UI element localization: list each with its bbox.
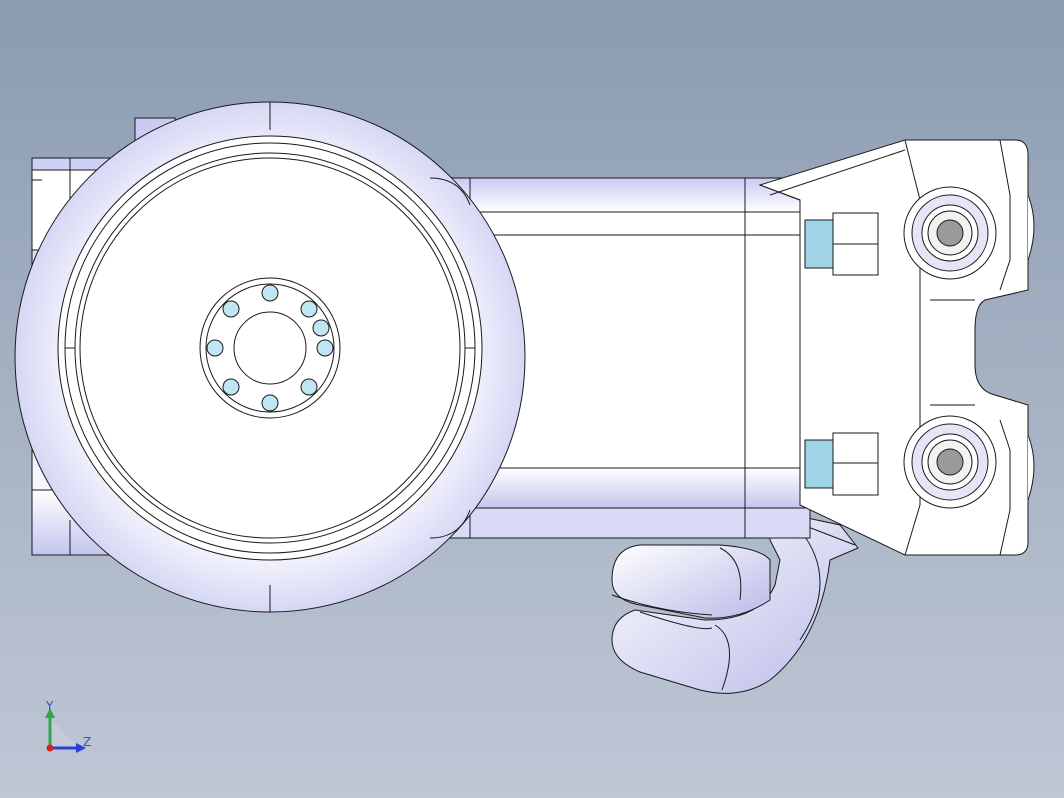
bolt-icon: [206, 339, 224, 357]
spacer-bottom: [804, 439, 834, 489]
z-axis-label: Z: [83, 735, 91, 749]
bolt-icon: [261, 284, 279, 302]
bolt-icon: [222, 378, 240, 396]
bolt-icon: [300, 378, 318, 396]
view-orientation-triad: Y Z: [45, 699, 91, 753]
bolt-icon: [316, 339, 334, 357]
bolt-icon: [261, 394, 279, 412]
bolt-circle: [199, 277, 341, 419]
right-clamp: [758, 139, 1035, 556]
cad-graphics-viewport[interactable]: Y Z: [0, 0, 1064, 798]
bearing-top: [903, 186, 997, 280]
bolt-icon: [222, 300, 240, 318]
bolt-icon: [300, 300, 318, 318]
bearing-bottom: [903, 415, 997, 509]
y-axis-label: Y: [45, 699, 54, 713]
spacer-top: [804, 219, 834, 269]
robot-arm-part-model[interactable]: [14, 101, 1035, 694]
triad-plane-icon: [50, 718, 78, 748]
bolt-icon: [312, 319, 330, 337]
x-axis-dot-icon: [46, 744, 54, 752]
